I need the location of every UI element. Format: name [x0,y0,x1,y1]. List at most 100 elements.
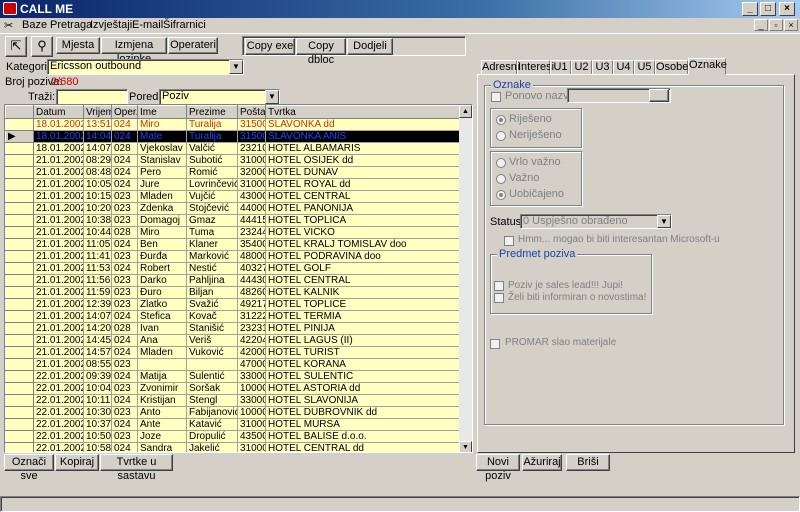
table-row[interactable]: 22.01.2002 09:39 024 Matija Šulentić 33000 HOT… [5,370,461,383]
row-indicator[interactable] [5,274,34,287]
table-row[interactable]: 22.01.2002 10:58 024 Sandra Jakelić 31000 HOTE… [5,442,461,452]
date-picker-button[interactable] [649,89,669,102]
row-indicator[interactable] [5,286,34,299]
table-row[interactable]: 21.01.2002 10:44 028 Miro Tuma 23244 HOTEL VIC… [5,226,461,239]
maximize-button[interactable]: □ [760,2,776,16]
table-row[interactable]: 21.01.2002 08:48 024 Pero Romić 32000 HOTEL DU… [5,166,461,179]
row-indicator[interactable] [5,358,34,371]
row-indicator[interactable] [5,166,34,179]
table-row[interactable]: 21.01.2002 12:39 023 Zlatko Svažić 49217 HOTEL… [5,298,461,311]
azuriraj-button[interactable]: Ažuriraj [522,454,562,471]
menu-izvjestaji[interactable]: Izvještaji [90,19,132,31]
kopiraj-button[interactable]: Kopiraj [55,454,99,471]
tab-interesi[interactable]: Interesi [517,60,554,75]
row-indicator[interactable] [5,238,34,251]
operateri-button[interactable]: Operateri [168,37,218,54]
row-indicator[interactable] [5,214,34,227]
column-header-ime[interactable]: Ime [137,105,187,119]
table-row[interactable]: 22.01.2002 10:37 024 Ante Katavić 31000 HOTEL … [5,418,461,431]
table-row[interactable]: 22.01.2002 10:50 023 Joze Dropulić 43500 HOTEL… [5,430,461,443]
copy-exe-button[interactable]: Copy exe [245,38,295,55]
table-row[interactable]: 18.01.2002 14:07 028 Vjekoslav Valčić 23210 HO… [5,142,461,155]
mdi-minimize-button[interactable]: _ [754,19,768,31]
menu-baze[interactable]: Baze [22,19,47,31]
row-indicator[interactable] [5,406,34,419]
row-indicator[interactable] [5,178,34,191]
row-indicator[interactable] [5,226,34,239]
izmjena-lozinke-button[interactable]: Izmjena lozinke [101,37,167,65]
table-row[interactable]: 22.01.2002 10:30 023 Anto Fabijanović 10000 HO… [5,406,461,419]
tab-u4[interactable]: U4 [613,60,634,75]
chevron-down-icon[interactable]: ▼ [229,60,243,74]
table-row[interactable]: 21.01.2002 11:56 023 Darko Pahljina 44430 HOTE… [5,274,461,287]
row-indicator[interactable] [5,262,34,275]
menu-icon[interactable]: ✂ [4,19,13,32]
poredak-select[interactable]: Poziv ▼ [159,89,280,105]
row-indicator[interactable] [5,430,34,443]
exit-icon[interactable]: ⇱ [5,36,27,57]
promar-checkbox[interactable] [490,339,500,349]
rijeseno-radio[interactable] [496,115,506,125]
chevron-down-icon[interactable]: ▼ [657,215,671,228]
table-row[interactable]: 22.01.2002 10:04 023 Zvonimir Soršak 10000 HOT… [5,382,461,395]
table-row[interactable]: 21.01.2002 14:57 024 Mladen Vuković 42000 HOTE… [5,346,461,359]
nerijeseno-radio[interactable] [496,131,506,141]
tab-osobe[interactable]: Osobe [655,60,688,75]
table-row[interactable]: 21.01.2002 11:41 023 Đurđa Marković 48000 HOTE… [5,250,461,263]
novi-poziv-button[interactable]: Novi poziv [476,454,520,482]
row-indicator[interactable] [5,142,34,155]
scroll-up-icon[interactable]: ▲ [459,105,472,118]
oznaci-sve-button[interactable]: Označi sve [4,454,54,482]
row-indicator[interactable] [5,418,34,431]
column-header-tvrtka[interactable]: Tvrtka [265,105,461,119]
ponovo-nazvati-checkbox[interactable] [491,92,501,102]
mjesta-button[interactable]: Mjesta [56,37,100,54]
row-indicator[interactable] [5,250,34,263]
table-row[interactable]: 21.01.2002 11:05 024 Ben Klaner 35400 HOTEL KR… [5,238,461,251]
row-indicator[interactable] [5,310,34,323]
minimize-button[interactable]: _ [742,2,758,16]
column-header-datum[interactable]: Datum [33,105,84,119]
chevron-down-icon[interactable]: ▼ [265,90,279,104]
row-indicator[interactable] [5,394,34,407]
copy-dbloc-button[interactable]: Copy dbloc [296,38,346,66]
table-row[interactable]: 21.01.2002 14:45 024 Ana Veriš 42204 HOTEL LAG… [5,334,461,347]
menu-email[interactable]: E-mail [132,19,163,31]
column-header-prezime[interactable]: Prezime [186,105,238,119]
vrlo-vazno-radio[interactable] [496,158,506,168]
tab-adresni[interactable]: Adresni [481,60,519,75]
scroll-down-icon[interactable]: ▼ [459,441,472,452]
table-row[interactable]: 18.01.2002 13:51 024 Miro Turalija 31500 SLAVO… [5,118,461,131]
grid-vertical-scrollbar[interactable]: ▲ ▼ [459,105,472,452]
row-indicator[interactable]: ▶ [5,130,34,143]
tab-u1[interactable]: U1 [550,60,571,75]
tab-u3[interactable]: U3 [592,60,613,75]
dodjeli-button[interactable]: Dodjeli [347,38,393,55]
uobicajeno-radio[interactable] [496,190,506,200]
tab-u5[interactable]: U5 [634,60,655,75]
table-row[interactable]: 21.01.2002 10:15 023 Mladen Vujčić 43000 HOTEL… [5,190,461,203]
row-indicator[interactable] [5,190,34,203]
row-indicator[interactable] [5,298,34,311]
binoculars-icon[interactable]: ⚲ [31,36,53,57]
row-indicator[interactable] [5,334,34,347]
brisi-button[interactable]: Briši [566,454,610,471]
status-select[interactable]: 0 Uspješno obrađeno ▼ [520,214,672,229]
novosti-checkbox[interactable] [494,293,504,303]
table-row[interactable]: 21.01.2002 14:20 028 Ivan Stanišić 23231 HOTEL… [5,322,461,335]
table-row[interactable]: 21.01.2002 10:20 023 Zdenka Stojčević 44000 HO… [5,202,461,215]
kategorija-select[interactable]: Ericsson outbound ▼ [47,59,244,75]
column-header-posta[interactable]: Pošta [237,105,266,119]
close-button[interactable]: × [779,2,795,16]
mdi-close-button[interactable]: × [784,19,798,31]
mdi-restore-button[interactable]: ▫ [769,19,783,31]
row-indicator[interactable] [5,382,34,395]
calls-grid[interactable]: Datum Vrijeme Oper. Ime Prezime Pošta Tv… [4,104,473,453]
table-row[interactable]: 21.01.2002 10:05 024 Jure Lovrinčević 31000 HO… [5,178,461,191]
table-row[interactable]: 21.01.2002 08:29 024 Stanislav Subotić 31000 H… [5,154,461,167]
row-indicator[interactable] [5,370,34,383]
row-indicator[interactable] [5,322,34,335]
tab-u2[interactable]: U2 [571,60,592,75]
table-row[interactable]: 21.01.2002 08:55 023 47000 HOTEL KORANA [5,358,461,371]
table-row[interactable]: 21.01.2002 11:59 023 Đuro Biljan 48260 HOTEL K… [5,286,461,299]
